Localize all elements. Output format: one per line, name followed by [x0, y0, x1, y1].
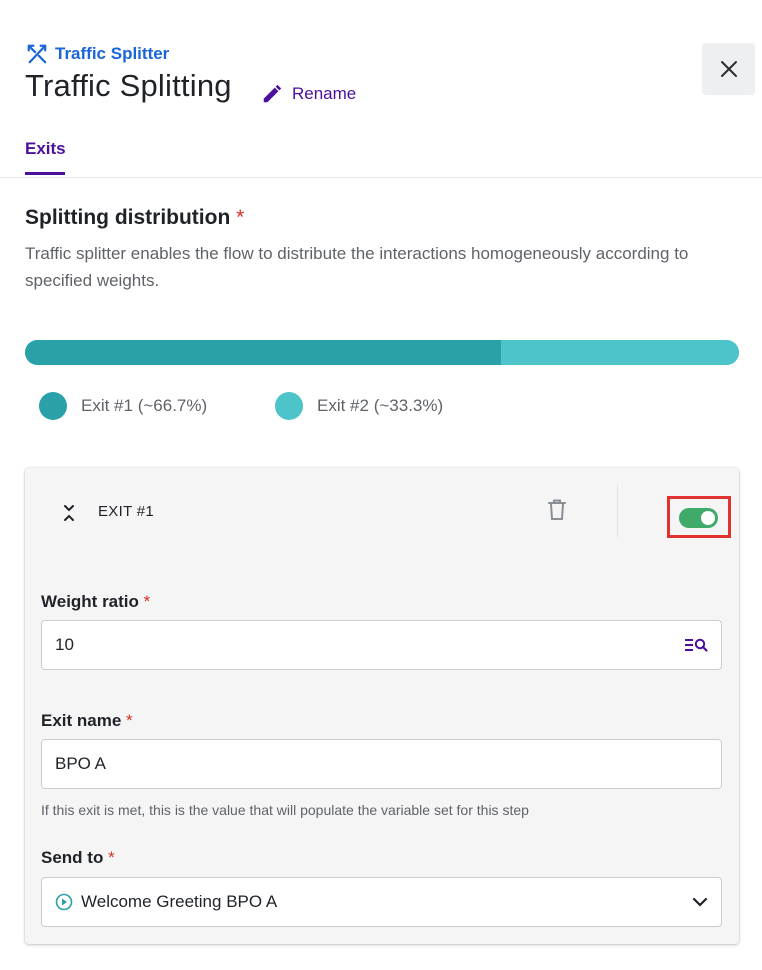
required-mark: *	[143, 592, 151, 611]
exit-card-header[interactable]: EXIT #1	[25, 468, 739, 554]
page-title: Traffic Splitting	[25, 68, 232, 103]
tab-active-indicator	[25, 172, 65, 175]
breadcrumb[interactable]: Traffic Splitter	[26, 43, 169, 65]
toggle-knob	[701, 511, 715, 525]
section-title: Splitting distribution *	[25, 206, 244, 230]
distribution-segment-exit-1	[25, 340, 502, 365]
exit-name-value: BPO A	[55, 754, 107, 773]
exit-name-input[interactable]: BPO A	[41, 739, 722, 789]
send-to-value: Welcome Greeting BPO A	[81, 892, 278, 911]
header-divider	[617, 485, 618, 537]
legend-label: Exit #2 (~33.3%)	[317, 396, 444, 415]
exit-name-hint: If this exit is met, this is the value t…	[41, 802, 529, 818]
weight-ratio-label: Weight ratio *	[41, 592, 150, 612]
distribution-segment-exit-2	[501, 340, 739, 365]
rename-label: Rename	[292, 84, 357, 103]
exit-enabled-toggle[interactable]	[679, 508, 718, 528]
weight-ratio-input[interactable]: 10	[41, 620, 722, 670]
chevron-down-icon[interactable]	[692, 897, 708, 907]
required-mark: *	[126, 711, 133, 730]
variable-search-icon[interactable]	[684, 637, 708, 653]
pencil-icon	[263, 84, 282, 103]
trash-icon[interactable]	[546, 498, 568, 522]
legend-item-exit-2: Exit #2 (~33.3%)	[275, 392, 443, 420]
exit-name-label: Exit name *	[41, 711, 133, 731]
traffic-splitter-icon	[27, 44, 47, 64]
section-description: Traffic splitter enables the flow to dis…	[25, 244, 689, 290]
close-icon	[720, 61, 737, 77]
tabs-divider	[0, 177, 762, 178]
legend-item-exit-1: Exit #1 (~66.7%)	[39, 392, 207, 420]
required-mark: *	[108, 848, 115, 867]
send-to-label: Send to *	[41, 848, 115, 868]
distribution-bar	[25, 340, 739, 365]
legend-dot	[39, 392, 67, 420]
weight-ratio-label-text: Weight ratio	[41, 592, 139, 611]
close-button[interactable]	[702, 43, 755, 95]
section-title-text: Splitting distribution	[25, 206, 231, 229]
legend-dot	[275, 392, 303, 420]
breadcrumb-label: Traffic Splitter	[55, 44, 170, 63]
send-to-label-text: Send to	[41, 848, 104, 867]
play-circle-icon	[55, 893, 73, 911]
send-to-select[interactable]: Welcome Greeting BPO A	[41, 877, 722, 927]
legend-label: Exit #1 (~66.7%)	[81, 396, 208, 415]
required-mark: *	[236, 206, 245, 229]
exit-title: EXIT #1	[98, 503, 155, 520]
tab-exits[interactable]: Exits	[25, 139, 66, 159]
collapse-chevron-icon[interactable]	[63, 504, 75, 522]
weight-ratio-value: 10	[55, 635, 74, 654]
rename-button[interactable]: Rename	[261, 83, 356, 105]
exit-card: EXIT #1 Weight ratio * 10 Exit name * BP…	[25, 468, 739, 944]
exit-name-label-text: Exit name	[41, 711, 122, 730]
